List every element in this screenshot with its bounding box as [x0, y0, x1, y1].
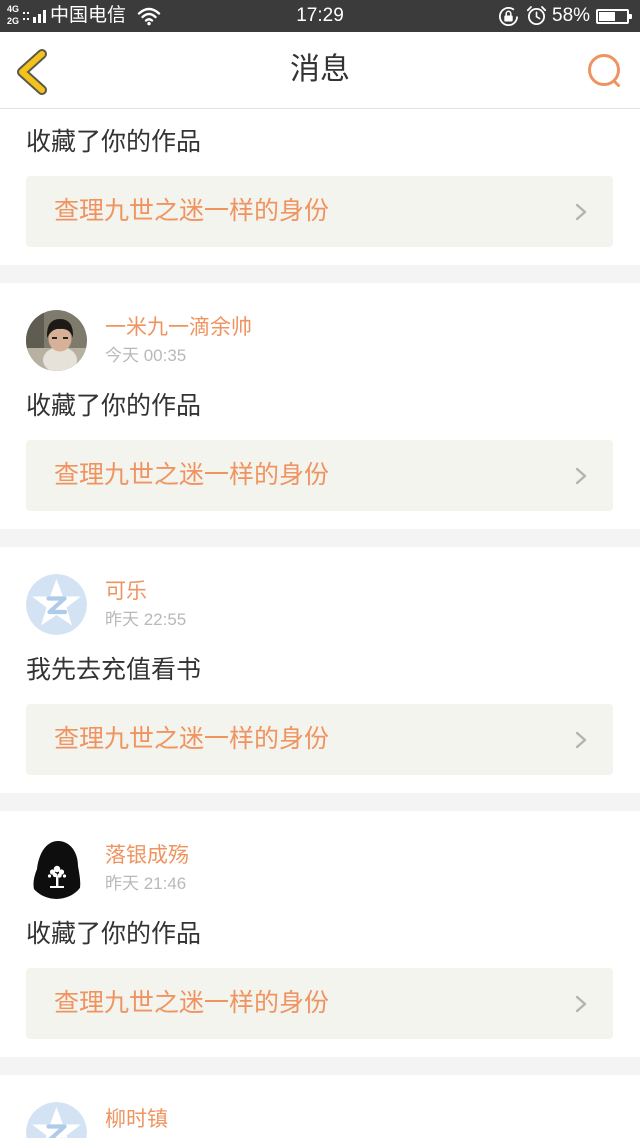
message-time: 昨天 21:46 [105, 874, 187, 893]
sender-name[interactable]: 落银成殇 [105, 842, 189, 870]
message-card: 一米九一滴余帅 今天 00:35 收藏了你的作品 查理九世之迷一样的身份 [0, 283, 640, 529]
book-link[interactable]: 查理九世之迷一样的身份 [26, 704, 613, 775]
message-card: 收藏了你的作品 查理九世之迷一样的身份 [0, 109, 640, 265]
carrier-name: 中国电信 [50, 5, 127, 26]
network-type: 4G 2G [7, 3, 23, 27]
book-title: 查理九世之迷一样的身份 [54, 989, 330, 1017]
message-card: 可乐 昨天 22:55 我先去充值看书 查理九世之迷一样的身份 [0, 547, 640, 793]
chevron-right-icon [575, 995, 587, 1013]
battery-level-fill [599, 12, 615, 21]
battery-percent: 58% [552, 5, 591, 26]
message-sender: 可乐 昨天 22:55 [26, 574, 613, 635]
message-list[interactable]: 收藏了你的作品 查理九世之迷一样的身份 一米九一滴余帅 今天 00:35 收藏了… [0, 109, 640, 1138]
wifi-icon [137, 6, 161, 26]
search-button[interactable] [585, 53, 625, 91]
network-type-bottom: 2G [7, 16, 20, 26]
page-title: 消息 [290, 53, 350, 86]
book-link[interactable]: 查理九世之迷一样的身份 [26, 440, 613, 511]
message-time: 今天 00:35 [105, 346, 187, 365]
chevron-right-icon [575, 467, 587, 485]
sender-name[interactable]: 一米九一滴余帅 [105, 314, 252, 342]
book-title: 查理九世之迷一样的身份 [54, 725, 330, 753]
book-title: 查理九世之迷一样的身份 [54, 197, 330, 225]
message-text: 收藏了你的作品 [26, 392, 202, 420]
message-time: 昨天 22:55 [105, 610, 187, 629]
default-avatar[interactable] [26, 1102, 87, 1138]
back-button[interactable] [14, 49, 52, 95]
silhouette-avatar[interactable] [26, 838, 87, 899]
status-bar: 4G 2G 中国电信 17:29 58% [0, 0, 640, 32]
message-card: 柳时镇 [0, 1075, 640, 1138]
alarm-icon [526, 5, 547, 26]
message-text: 我先去充值看书 [26, 656, 202, 684]
message-sender: 柳时镇 [26, 1102, 613, 1138]
book-link[interactable]: 查理九世之迷一样的身份 [26, 968, 613, 1039]
chevron-right-icon [575, 203, 587, 221]
default-avatar[interactable] [26, 574, 87, 635]
network-type-top: 4G [7, 4, 20, 14]
battery-icon [596, 9, 632, 24]
signal-icon [23, 8, 49, 24]
message-sender: 落银成殇 昨天 21:46 [26, 838, 613, 899]
book-title: 查理九世之迷一样的身份 [54, 461, 330, 489]
chevron-left-icon [17, 49, 47, 95]
message-card: 落银成殇 昨天 21:46 收藏了你的作品 查理九世之迷一样的身份 [0, 811, 640, 1057]
search-icon [588, 54, 620, 87]
photo-avatar[interactable] [26, 310, 87, 371]
sender-name[interactable]: 柳时镇 [105, 1106, 168, 1134]
message-sender: 一米九一滴余帅 今天 00:35 [26, 310, 613, 371]
rotation-lock-icon [498, 6, 519, 27]
status-time: 17:29 [296, 5, 344, 26]
messages-screen: 4G 2G 中国电信 17:29 58% 消息 收藏了你的作品 查理九世之迷一样… [0, 0, 640, 1138]
nav-header: 消息 [0, 32, 640, 109]
message-text: 收藏了你的作品 [26, 920, 202, 948]
sender-name[interactable]: 可乐 [105, 578, 147, 606]
chevron-right-icon [575, 731, 587, 749]
message-text: 收藏了你的作品 [26, 128, 202, 156]
book-link[interactable]: 查理九世之迷一样的身份 [26, 176, 613, 247]
